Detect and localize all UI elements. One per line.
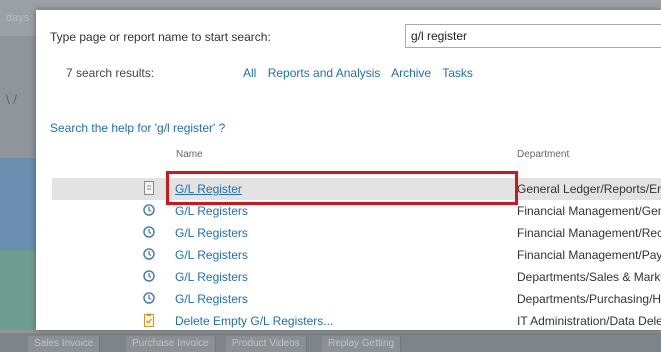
background-tab-product-videos: Product Videos	[226, 336, 307, 352]
result-name[interactable]: G/L Registers	[175, 248, 248, 262]
background-tile-teal	[0, 250, 36, 330]
search-dialog: Type page or report name to start search…	[36, 10, 661, 330]
history-icon	[142, 225, 156, 239]
results-list: G/L Register General Ledger/Reports/Ent …	[52, 178, 661, 330]
result-name[interactable]: G/L Registers	[175, 292, 248, 306]
result-name[interactable]: G/L Registers	[175, 270, 248, 284]
background-tab-sales-invoice: Sales Invoice	[28, 336, 101, 352]
result-department: Departments/Sales & Marke	[517, 270, 661, 284]
result-row-selected[interactable]: G/L Register General Ledger/Reports/Ent	[52, 178, 661, 200]
filter-reports-and-analysis[interactable]: Reports and Analysis	[268, 66, 381, 80]
result-department: Financial Management/Rece	[517, 226, 661, 240]
history-icon	[142, 203, 156, 217]
result-name[interactable]: Delete Empty G/L Registers...	[175, 314, 333, 328]
history-icon	[142, 269, 156, 283]
result-department: Financial Management/Gen	[517, 204, 661, 218]
filter-archive[interactable]: Archive	[391, 66, 431, 80]
result-row[interactable]: G/L Registers Financial Management/Paya	[52, 244, 661, 266]
result-name[interactable]: G/L Registers	[175, 226, 248, 240]
result-department: IT Administration/Data Dele	[517, 314, 661, 328]
search-help-link[interactable]: Search the help for 'g/l register' ?	[50, 121, 225, 135]
result-filters: All Reports and Analysis Archive Tasks	[243, 66, 481, 80]
column-header-name: Name	[176, 149, 203, 160]
result-count: 7 search results:	[66, 66, 155, 80]
result-row[interactable]: Delete Empty G/L Registers... IT Adminis…	[52, 310, 661, 330]
search-input[interactable]	[405, 24, 661, 48]
background-chart-glyph: \ /	[6, 92, 17, 107]
background-days-label: days	[6, 12, 30, 24]
filter-all[interactable]: All	[243, 66, 256, 80]
result-name[interactable]: G/L Registers	[175, 204, 248, 218]
history-icon	[142, 247, 156, 261]
result-row[interactable]: G/L Registers Financial Management/Gen	[52, 200, 661, 222]
result-department: Financial Management/Paya	[517, 248, 661, 262]
result-row[interactable]: G/L Registers Departments/Purchasing/Hi	[52, 288, 661, 310]
history-icon	[142, 291, 156, 305]
result-row[interactable]: G/L Registers Financial Management/Rece	[52, 222, 661, 244]
result-row[interactable]: G/L Registers Departments/Sales & Marke	[52, 266, 661, 288]
column-header-department: Department	[517, 149, 570, 160]
background-tab-replay-getting: Replay Getting	[322, 336, 402, 352]
filter-tasks[interactable]: Tasks	[442, 66, 473, 80]
report-page-icon	[142, 181, 156, 195]
task-clipboard-icon	[142, 313, 156, 327]
search-prompt: Type page or report name to start search…	[50, 30, 271, 44]
result-department: Departments/Purchasing/Hi	[517, 292, 661, 306]
result-name[interactable]: G/L Register	[175, 182, 242, 196]
result-department: General Ledger/Reports/Ent	[517, 182, 661, 196]
background-tab-purchase-invoice: Purchase Invoice	[126, 336, 216, 352]
background-tile-blue	[0, 158, 36, 250]
